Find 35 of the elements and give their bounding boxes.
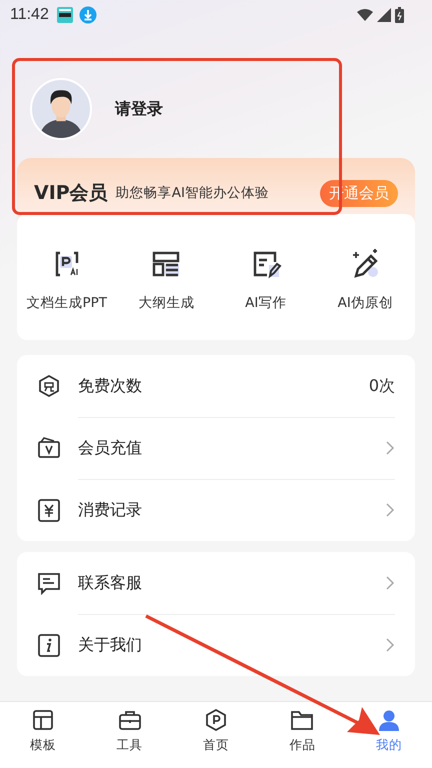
- free-count: 0次: [368, 376, 395, 396]
- app-notification-icon: [56, 6, 74, 24]
- tab[interactable]: 作品: [259, 702, 346, 768]
- vip-title: VIP会员: [34, 181, 108, 206]
- download-icon: [78, 6, 97, 24]
- yen-icon: [37, 498, 61, 522]
- briefcase-icon: [118, 708, 142, 732]
- signal-icon: [377, 8, 391, 22]
- clock: 11:42: [10, 6, 49, 24]
- tool-label[interactable]: 大纲生成: [138, 294, 194, 312]
- menu-item[interactable]: 会员充值: [78, 438, 142, 458]
- tool-label[interactable]: AI写作: [245, 294, 286, 312]
- tab[interactable]: 我的: [346, 702, 432, 768]
- menu-item[interactable]: 关于我们: [78, 634, 142, 656]
- message-icon: [37, 571, 61, 595]
- battery-icon: [395, 7, 404, 23]
- layout-icon: [31, 708, 56, 732]
- tab[interactable]: 工具: [86, 702, 173, 768]
- menu-item[interactable]: 免费次数: [78, 376, 142, 396]
- folder-icon: [290, 708, 314, 732]
- avatar[interactable]: [30, 78, 92, 140]
- tool-label[interactable]: AI伪原创: [338, 294, 393, 312]
- menu-item[interactable]: 联系客服: [78, 572, 142, 594]
- login-prompt[interactable]: 请登录: [115, 98, 163, 120]
- hexagon-p-icon: [204, 708, 228, 732]
- menu-item[interactable]: 消费记录: [78, 500, 142, 520]
- person-icon: [376, 708, 401, 732]
- info-icon: [37, 633, 61, 657]
- hexagon-badge-icon: [37, 374, 61, 398]
- wallet-icon: [37, 436, 61, 460]
- tab[interactable]: 模板: [0, 702, 86, 768]
- vip-subtitle: 助您畅享AI智能办公体验: [116, 184, 269, 202]
- tool-label[interactable]: 文档生成PPT: [26, 294, 108, 312]
- wifi-icon: [357, 8, 373, 22]
- tab[interactable]: 首页: [172, 702, 260, 768]
